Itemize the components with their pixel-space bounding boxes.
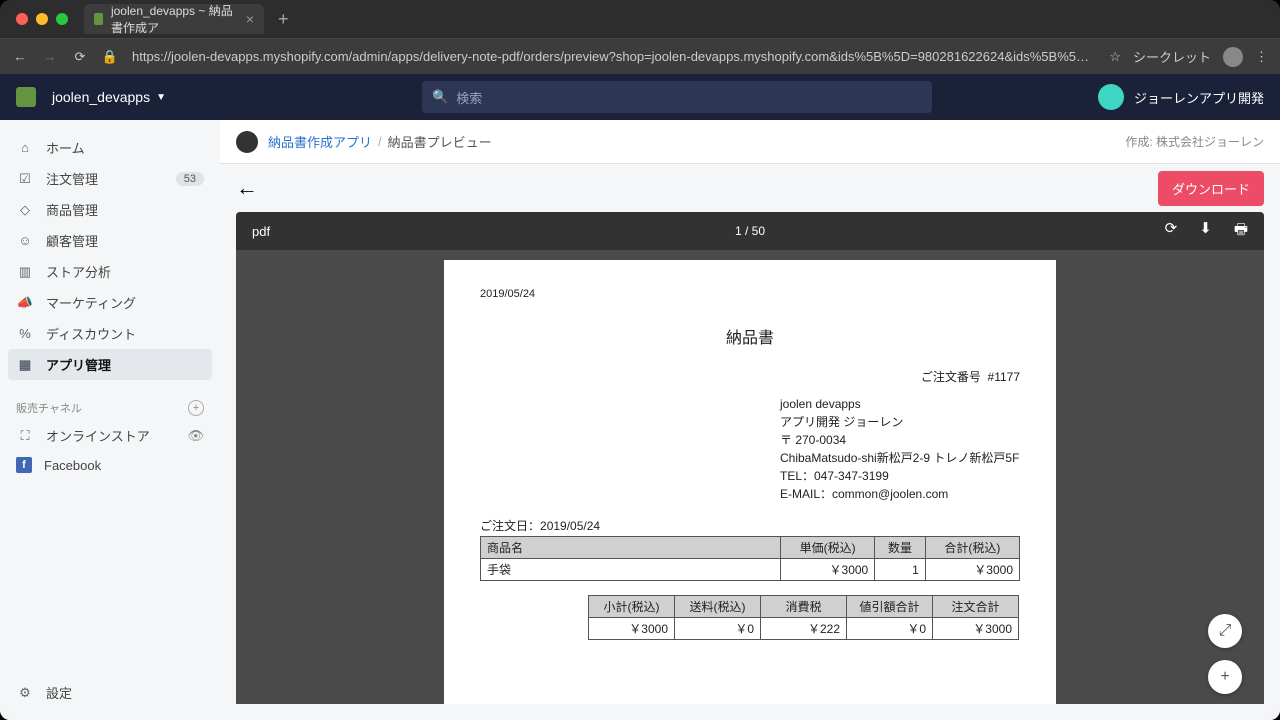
sidebar-item-analytics[interactable]: ▥ ストア分析 xyxy=(8,256,212,287)
search-placeholder: 検索 xyxy=(456,88,482,107)
add-channel-button[interactable]: + xyxy=(188,400,204,416)
sidebar-item-home[interactable]: ⌂ ホーム xyxy=(8,132,212,163)
new-tab-button[interactable]: + xyxy=(272,9,295,30)
incognito-label: シークレット xyxy=(1133,47,1211,66)
favicon xyxy=(94,13,103,25)
items-table: 商品名 単価(税込) 数量 合計(税込) 手袋 ￥3000 1 ￥3000 xyxy=(480,536,1020,581)
browser-tab-bar: joolen_devapps ~ 納品書作成ア × + xyxy=(0,0,1280,38)
menu-icon[interactable]: ⋮ xyxy=(1255,49,1268,65)
back-button[interactable]: ← xyxy=(236,175,258,201)
summary-table: 小計(税込) 送料(税込) 消費税 値引額合計 注文合計 ￥3000 ￥0 ￥2 xyxy=(588,595,1019,640)
sidebar-item-label: ディスカウント xyxy=(46,324,136,343)
eye-icon[interactable]: 👁 xyxy=(187,428,204,444)
tag-icon: ◇ xyxy=(16,201,34,219)
apps-icon: ▦ xyxy=(16,356,34,374)
download-icon[interactable]: ⬇ xyxy=(1199,219,1212,244)
address-bar: ← → ⟳ 🔒 https://joolen-devapps.myshopify… xyxy=(0,38,1280,74)
sidebar-item-label: アプリ管理 xyxy=(46,355,111,374)
lock-icon: 🔒 xyxy=(102,49,118,65)
tab-title: joolen_devapps ~ 納品書作成ア xyxy=(111,2,238,36)
fit-page-button[interactable]: ⤢ xyxy=(1208,614,1242,648)
sidebar-item-label: ストア分析 xyxy=(46,262,111,281)
gear-icon: ⚙ xyxy=(16,684,34,702)
channel-online-store[interactable]: ⛶ オンラインストア 👁 xyxy=(8,420,212,451)
percent-icon: % xyxy=(16,325,34,343)
breadcrumb-app[interactable]: 納品書作成アプリ xyxy=(268,132,372,151)
order-date: ご注文日：2019/05/24 xyxy=(480,517,1020,534)
pdf-title: pdf xyxy=(252,224,270,239)
star-icon[interactable]: ☆ xyxy=(1109,49,1121,65)
sidebar-item-products[interactable]: ◇ 商品管理 xyxy=(8,194,212,225)
download-button[interactable]: ダウンロード xyxy=(1158,171,1264,206)
shopify-logo xyxy=(16,87,36,107)
window-controls xyxy=(16,13,68,25)
incognito-icon xyxy=(1223,47,1243,67)
browser-tab[interactable]: joolen_devapps ~ 納品書作成ア × xyxy=(84,4,264,34)
home-icon: ⌂ xyxy=(16,139,34,157)
channel-facebook[interactable]: f Facebook xyxy=(8,451,212,479)
back-icon[interactable]: ← xyxy=(12,49,28,65)
user-icon: ☺ xyxy=(16,232,34,250)
reload-icon[interactable]: ⟳ xyxy=(72,49,88,65)
table-row: 手袋 ￥3000 1 ￥3000 xyxy=(481,559,1020,581)
orders-badge: 53 xyxy=(176,172,204,186)
shop-name-label: joolen_devapps xyxy=(52,89,150,105)
sidebar-item-label: 設定 xyxy=(46,683,72,702)
breadcrumb: 納品書作成アプリ / 納品書プレビュー 作成: 株式会社ジョーレン xyxy=(220,120,1280,164)
maximize-window[interactable] xyxy=(56,13,68,25)
sidebar-item-label: 顧客管理 xyxy=(46,231,98,250)
order-number: ご注文番号 #1177 xyxy=(480,368,1020,385)
sidebar-item-label: Facebook xyxy=(44,458,101,473)
sidebar-item-settings[interactable]: ⚙ 設定 xyxy=(8,677,212,708)
doc-date: 2019/05/24 xyxy=(480,288,1020,300)
chart-icon: ▥ xyxy=(16,263,34,281)
breadcrumb-page: 納品書プレビュー xyxy=(388,132,492,151)
rotate-icon[interactable]: ⟳ xyxy=(1165,219,1178,244)
search-input[interactable]: 🔍 検索 xyxy=(422,81,932,113)
shop-switcher[interactable]: joolen_devapps ▼ xyxy=(52,89,166,105)
store-icon: ⛶ xyxy=(16,427,34,445)
close-tab-icon[interactable]: × xyxy=(246,11,254,27)
seller-info: joolen devapps アプリ開発 ジョーレン 〒 270-0034 Ch… xyxy=(780,395,1020,503)
action-bar: ← ダウンロード xyxy=(220,164,1280,212)
sidebar-item-label: 商品管理 xyxy=(46,200,98,219)
minimize-window[interactable] xyxy=(36,13,48,25)
pdf-viewer: pdf 1 / 50 ⟳ ⬇ 🖶 2019/05/24 納品書 xyxy=(236,212,1264,704)
pdf-page: 2019/05/24 納品書 ご注文番号 #1177 joolen devapp… xyxy=(444,260,1056,704)
user-menu[interactable]: ジョーレンアプリ開発 xyxy=(1098,84,1264,110)
chevron-down-icon: ▼ xyxy=(156,92,166,103)
created-by-label: 作成: 株式会社ジョーレン xyxy=(1125,133,1264,150)
search-icon: 🔍 xyxy=(432,89,448,105)
megaphone-icon: 📣 xyxy=(16,294,34,312)
sidebar: ⌂ ホーム ☑ 注文管理 53 ◇ 商品管理 ☺ 顧客管理 ▥ ストア分析 📣 マーケティング… xyxy=(0,120,220,720)
close-window[interactable] xyxy=(16,13,28,25)
sidebar-item-marketing[interactable]: 📣 マーケティング xyxy=(8,287,212,318)
sidebar-item-label: 注文管理 xyxy=(46,169,98,188)
print-icon[interactable]: 🖶 xyxy=(1234,219,1248,244)
sidebar-item-customers[interactable]: ☺ 顧客管理 xyxy=(8,225,212,256)
pdf-canvas[interactable]: 2019/05/24 納品書 ご注文番号 #1177 joolen devapp… xyxy=(236,250,1264,704)
sidebar-item-discounts[interactable]: % ディスカウント xyxy=(8,318,212,349)
sidebar-item-apps[interactable]: ▦ アプリ管理 xyxy=(8,349,212,380)
sidebar-item-label: ホーム xyxy=(46,138,85,157)
channels-heading: 販売チャネル + xyxy=(8,392,212,420)
avatar xyxy=(1098,84,1124,110)
pdf-page-indicator: 1 / 50 xyxy=(735,224,765,238)
url-field[interactable]: https://joolen-devapps.myshopify.com/adm… xyxy=(132,49,1095,64)
user-name-label: ジョーレンアプリ開発 xyxy=(1134,88,1264,107)
sidebar-item-label: オンラインストア xyxy=(46,426,150,445)
zoom-in-button[interactable]: + xyxy=(1208,660,1242,694)
facebook-icon: f xyxy=(16,457,32,473)
shopify-header: joolen_devapps ▼ 🔍 検索 ジョーレンアプリ開発 xyxy=(0,74,1280,120)
doc-title: 納品書 xyxy=(480,324,1020,348)
orders-icon: ☑ xyxy=(16,170,34,188)
sidebar-item-orders[interactable]: ☑ 注文管理 53 xyxy=(8,163,212,194)
app-icon xyxy=(236,131,258,153)
pdf-toolbar: pdf 1 / 50 ⟳ ⬇ 🖶 xyxy=(236,212,1264,250)
sidebar-item-label: マーケティング xyxy=(46,293,136,312)
forward-icon[interactable]: → xyxy=(42,49,58,65)
